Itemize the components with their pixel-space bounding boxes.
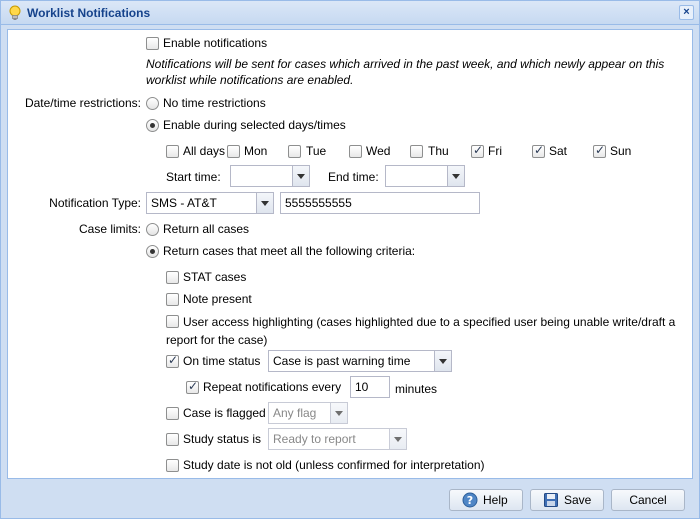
return-criteria-cases-label: Return cases that meet all the following…	[163, 244, 416, 258]
end-time-select[interactable]	[385, 165, 465, 187]
day-label-mon: Mon	[244, 144, 268, 158]
day-checkbox-thu[interactable]	[410, 145, 423, 158]
dialog-title: Worklist Notifications	[27, 6, 151, 20]
notification-type-select[interactable]: SMS - AT&T	[146, 192, 274, 214]
day-label-wed: Wed	[366, 144, 391, 158]
day-checkbox-all-days[interactable]	[166, 145, 179, 158]
study-date-label: Study date is not old (unless confirmed …	[183, 458, 485, 472]
repeat-interval-unit: minutes	[395, 382, 438, 396]
day-checkbox-tue[interactable]	[288, 145, 301, 158]
close-button[interactable]: ×	[679, 5, 694, 20]
case-flagged-select[interactable]: Any flag	[268, 402, 348, 424]
return-all-cases-label: Return all cases	[163, 222, 250, 236]
day-checkbox-sat[interactable]	[532, 143, 545, 158]
notification-type-label: Notification Type:	[49, 196, 141, 210]
enable-notifications-label: Enable notifications	[163, 36, 268, 50]
worklist-notifications-dialog: Worklist Notifications × Enable notifica…	[0, 0, 700, 519]
enable-selected-days-radio[interactable]	[146, 119, 159, 132]
day-label-sat: Sat	[549, 144, 568, 158]
case-limits-label: Case limits:	[78, 222, 141, 236]
end-time-dropdown-icon[interactable]	[447, 166, 464, 186]
datetime-restrictions-label: Date/time restrictions:	[24, 96, 141, 110]
notifications-note: Notifications will be sent for cases whi…	[146, 57, 665, 87]
day-checkbox-mon[interactable]	[227, 145, 240, 158]
day-label-thu: Thu	[428, 144, 449, 158]
no-time-restrictions-radio[interactable]	[146, 97, 159, 110]
study-status-value: Ready to report	[273, 432, 356, 446]
enable-selected-days-label: Enable during selected days/times	[163, 118, 346, 132]
notification-type-dropdown-icon[interactable]	[256, 193, 273, 213]
case-flagged-dropdown-icon[interactable]	[330, 403, 347, 423]
start-time-label: Start time:	[166, 170, 221, 184]
case-flagged-value: Any flag	[273, 406, 317, 420]
user-access-highlighting-label: User access highlighting (cases highligh…	[166, 315, 676, 347]
study-status-dropdown-icon[interactable]	[389, 429, 406, 449]
repeat-notifications-checkbox[interactable]	[186, 379, 199, 394]
study-date-checkbox[interactable]	[166, 459, 179, 472]
stat-cases-checkbox[interactable]	[166, 271, 179, 284]
study-status-label: Study status is	[183, 432, 262, 446]
repeat-notifications-label: Repeat notifications every	[203, 380, 342, 394]
title-bar[interactable]: Worklist Notifications ×	[1, 1, 699, 25]
case-flagged-checkbox[interactable]	[166, 407, 179, 420]
day-label-tue: Tue	[306, 144, 327, 158]
no-time-restrictions-label: No time restrictions	[163, 96, 266, 110]
enable-notifications-checkbox[interactable]	[146, 37, 159, 50]
return-criteria-cases-radio[interactable]	[146, 245, 159, 258]
save-button-label: Save	[564, 493, 592, 507]
day-label-all-days: All days	[183, 144, 226, 158]
day-label-sun: Sun	[610, 144, 632, 158]
cancel-button-label: Cancel	[629, 493, 667, 507]
end-time-label: End time:	[328, 170, 379, 184]
close-icon: ×	[683, 6, 690, 18]
lightbulb-icon	[9, 5, 21, 20]
help-icon: ?	[462, 492, 478, 508]
day-label-fri: Fri	[488, 144, 502, 158]
note-present-label: Note present	[183, 292, 252, 306]
on-time-status-checkbox[interactable]	[166, 353, 179, 368]
notification-type-value: SMS - AT&T	[151, 196, 217, 210]
day-checkbox-wed[interactable]	[349, 145, 362, 158]
study-status-select[interactable]: Ready to report	[268, 428, 407, 450]
note-present-checkbox[interactable]	[166, 293, 179, 306]
on-time-status-value: Case is past warning time	[273, 354, 411, 368]
repeat-interval-input[interactable]: 10	[350, 376, 390, 398]
return-all-cases-radio[interactable]	[146, 223, 159, 236]
help-button-label: Help	[483, 493, 508, 507]
day-checkbox-sun[interactable]	[593, 143, 606, 158]
form-panel: Enable notifications Notifications will …	[7, 29, 693, 479]
phone-number-input[interactable]: 5555555555	[280, 192, 480, 214]
help-button[interactable]: ? Help	[449, 489, 523, 511]
start-time-dropdown-icon[interactable]	[292, 166, 309, 186]
start-time-select[interactable]	[230, 165, 310, 187]
cancel-button[interactable]: Cancel	[611, 489, 685, 511]
stat-cases-label: STAT cases	[183, 270, 247, 284]
save-button[interactable]: Save	[530, 489, 604, 511]
case-flagged-label: Case is flagged	[183, 406, 266, 420]
floppy-disk-icon	[544, 493, 558, 507]
on-time-status-select[interactable]: Case is past warning time	[268, 350, 452, 372]
day-checkbox-fri[interactable]	[471, 143, 484, 158]
on-time-status-dropdown-icon[interactable]	[434, 351, 451, 371]
study-status-checkbox[interactable]	[166, 433, 179, 446]
svg-text:?: ?	[467, 494, 473, 507]
on-time-status-label: On time status	[183, 354, 261, 368]
